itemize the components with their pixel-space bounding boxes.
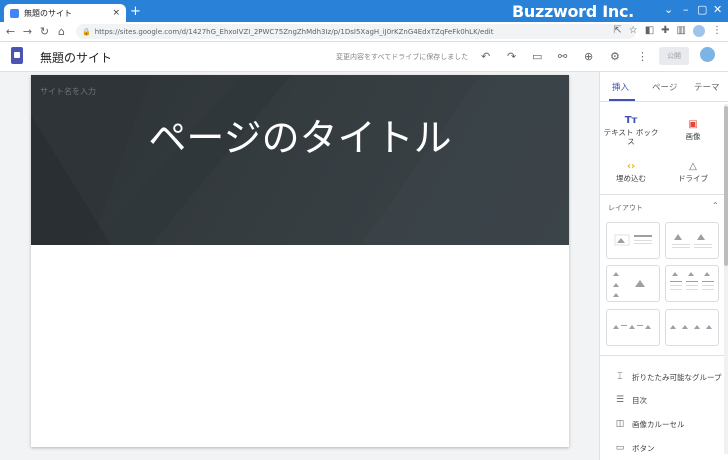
header-banner[interactable]: サイト名を入力 ページのタイトル <box>31 75 569 245</box>
share-with-others-icon[interactable]: ⊕ <box>584 50 593 63</box>
sidepanel-icon[interactable]: ▥ <box>677 25 686 37</box>
component-table-of-contents[interactable]: ☰ 目次 <box>612 393 647 407</box>
component-image-carousel[interactable]: ◫ 画像カルーセル <box>612 417 685 431</box>
editor-canvas: サイト名を入力 ページのタイトル <box>0 72 599 460</box>
redo-icon[interactable]: ↷ <box>507 50 516 63</box>
divider <box>600 355 725 356</box>
right-panel: 挿入 ページ テーマ Tт テキスト ボックス ▣ 画像 ‹› 埋め込む △ ド… <box>599 72 728 460</box>
browser-tabstrip: 無題のサイト × + Buzzword Inc. ⌄ – ▢ ✕ <box>0 0 728 22</box>
puzzle-icon[interactable]: ✚ <box>661 25 669 37</box>
component-button[interactable]: ▭ ボタン <box>612 441 655 455</box>
window-close-icon[interactable]: ✕ <box>713 3 722 16</box>
share-icon[interactable]: ⇱ <box>613 25 621 37</box>
button-icon: ▭ <box>615 443 625 453</box>
layout-card[interactable] <box>665 265 719 302</box>
active-tab-indicator <box>609 99 635 101</box>
settings-gear-icon[interactable]: ⚙ <box>610 50 620 63</box>
publish-button[interactable]: 公開 <box>659 47 689 65</box>
layout-card[interactable] <box>665 309 719 346</box>
layout-card[interactable] <box>606 309 660 346</box>
extension-icon[interactable]: ◧ <box>645 25 654 37</box>
preview-devices-icon[interactable]: ▭ <box>532 50 542 63</box>
maximize-icon[interactable]: ▢ <box>697 3 707 16</box>
profile-avatar[interactable] <box>693 25 705 37</box>
more-options-icon[interactable]: ⋮ <box>637 50 648 63</box>
layouts-heading: レイアウト <box>608 204 643 212</box>
save-status: 変更内容をすべてドライブに保存しました <box>336 53 469 61</box>
drive-icon: △ <box>689 161 697 172</box>
sites-favicon-icon <box>10 8 19 18</box>
component-label: 目次 <box>632 395 647 405</box>
url-input[interactable]: 🔒 https://sites.google.com/d/1427hG_Ehxo… <box>76 24 636 39</box>
component-label: ボタン <box>632 443 655 453</box>
insert-image-button[interactable]: ▣ 画像 <box>664 118 722 141</box>
sites-logo-icon[interactable] <box>11 47 23 64</box>
chevron-down-icon[interactable]: ⌄ <box>664 3 673 16</box>
site-page[interactable]: サイト名を入力 ページのタイトル <box>31 75 569 447</box>
table-of-contents-icon: ☰ <box>615 395 625 405</box>
collapsible-group-icon: ⌶ <box>617 372 623 382</box>
menu-kebab-icon[interactable]: ⋮ <box>712 25 722 37</box>
browser-tab[interactable]: 無題のサイト × <box>4 4 126 22</box>
page-title[interactable]: ページのタイトル <box>131 117 469 159</box>
tab-insert[interactable]: 挿入 <box>612 81 629 93</box>
insert-drive-button[interactable]: △ ドライブ <box>664 160 722 183</box>
account-avatar[interactable] <box>699 46 716 63</box>
lock-icon: 🔒 <box>82 27 91 36</box>
brand-watermark: Buzzword Inc. <box>512 2 634 21</box>
tab-pages[interactable]: ページ <box>652 81 677 93</box>
minimize-icon[interactable]: – <box>683 3 689 16</box>
reload-icon[interactable]: ↻ <box>36 25 53 38</box>
site-name-placeholder[interactable]: サイト名を入力 <box>40 86 96 97</box>
url-text: https://sites.google.com/d/1427hG_EhxoIV… <box>94 27 494 36</box>
site-name[interactable]: 無題のサイト <box>40 49 112 66</box>
forward-icon[interactable]: → <box>19 25 36 38</box>
layout-card[interactable] <box>665 222 719 259</box>
insert-item-label: 画像 <box>685 132 701 141</box>
bookmark-star-icon[interactable]: ☆ <box>629 25 638 37</box>
component-label: 折りたたみ可能なグループ <box>632 372 722 382</box>
component-collapsible-group[interactable]: ⌶ 折りたたみ可能なグループ <box>612 370 722 384</box>
insert-item-label: テキスト ボックス <box>603 128 659 146</box>
chevron-up-icon[interactable]: ⌃ <box>712 201 719 210</box>
insert-item-label: ドライブ <box>678 174 708 183</box>
tab-themes[interactable]: テーマ <box>694 81 720 93</box>
link-icon[interactable]: ⚯ <box>558 50 567 63</box>
tab-title: 無題のサイト <box>24 8 72 18</box>
insert-embed-button[interactable]: ‹› 埋め込む <box>602 160 660 183</box>
address-toolbar: ← → ↻ ⌂ 🔒 https://sites.google.com/d/142… <box>0 22 728 42</box>
layout-card[interactable] <box>606 265 660 302</box>
insert-text-box-button[interactable]: Tт テキスト ボックス <box>602 114 660 146</box>
text-box-icon: Tт <box>624 115 638 126</box>
carousel-icon: ◫ <box>615 419 625 429</box>
component-label: 画像カルーセル <box>632 419 685 429</box>
sites-app-bar: 無題のサイト 変更内容をすべてドライブに保存しました ↶ ↷ ▭ ⚯ ⊕ ⚙ ⋮… <box>0 42 728 72</box>
back-icon[interactable]: ← <box>2 25 19 38</box>
panel-tabs: 挿入 ページ テーマ <box>600 72 728 102</box>
layout-card[interactable] <box>606 222 660 259</box>
embed-icon: ‹› <box>626 161 636 172</box>
divider <box>600 194 725 195</box>
new-tab-button[interactable]: + <box>130 4 141 20</box>
image-icon: ▣ <box>688 119 698 130</box>
undo-icon[interactable]: ↶ <box>481 50 490 63</box>
insert-item-label: 埋め込む <box>616 174 646 183</box>
home-icon[interactable]: ⌂ <box>53 25 70 38</box>
panel-scrollbar-thumb[interactable] <box>724 106 728 266</box>
tab-close-icon[interactable]: × <box>112 8 120 18</box>
banner-pattern <box>31 75 569 245</box>
